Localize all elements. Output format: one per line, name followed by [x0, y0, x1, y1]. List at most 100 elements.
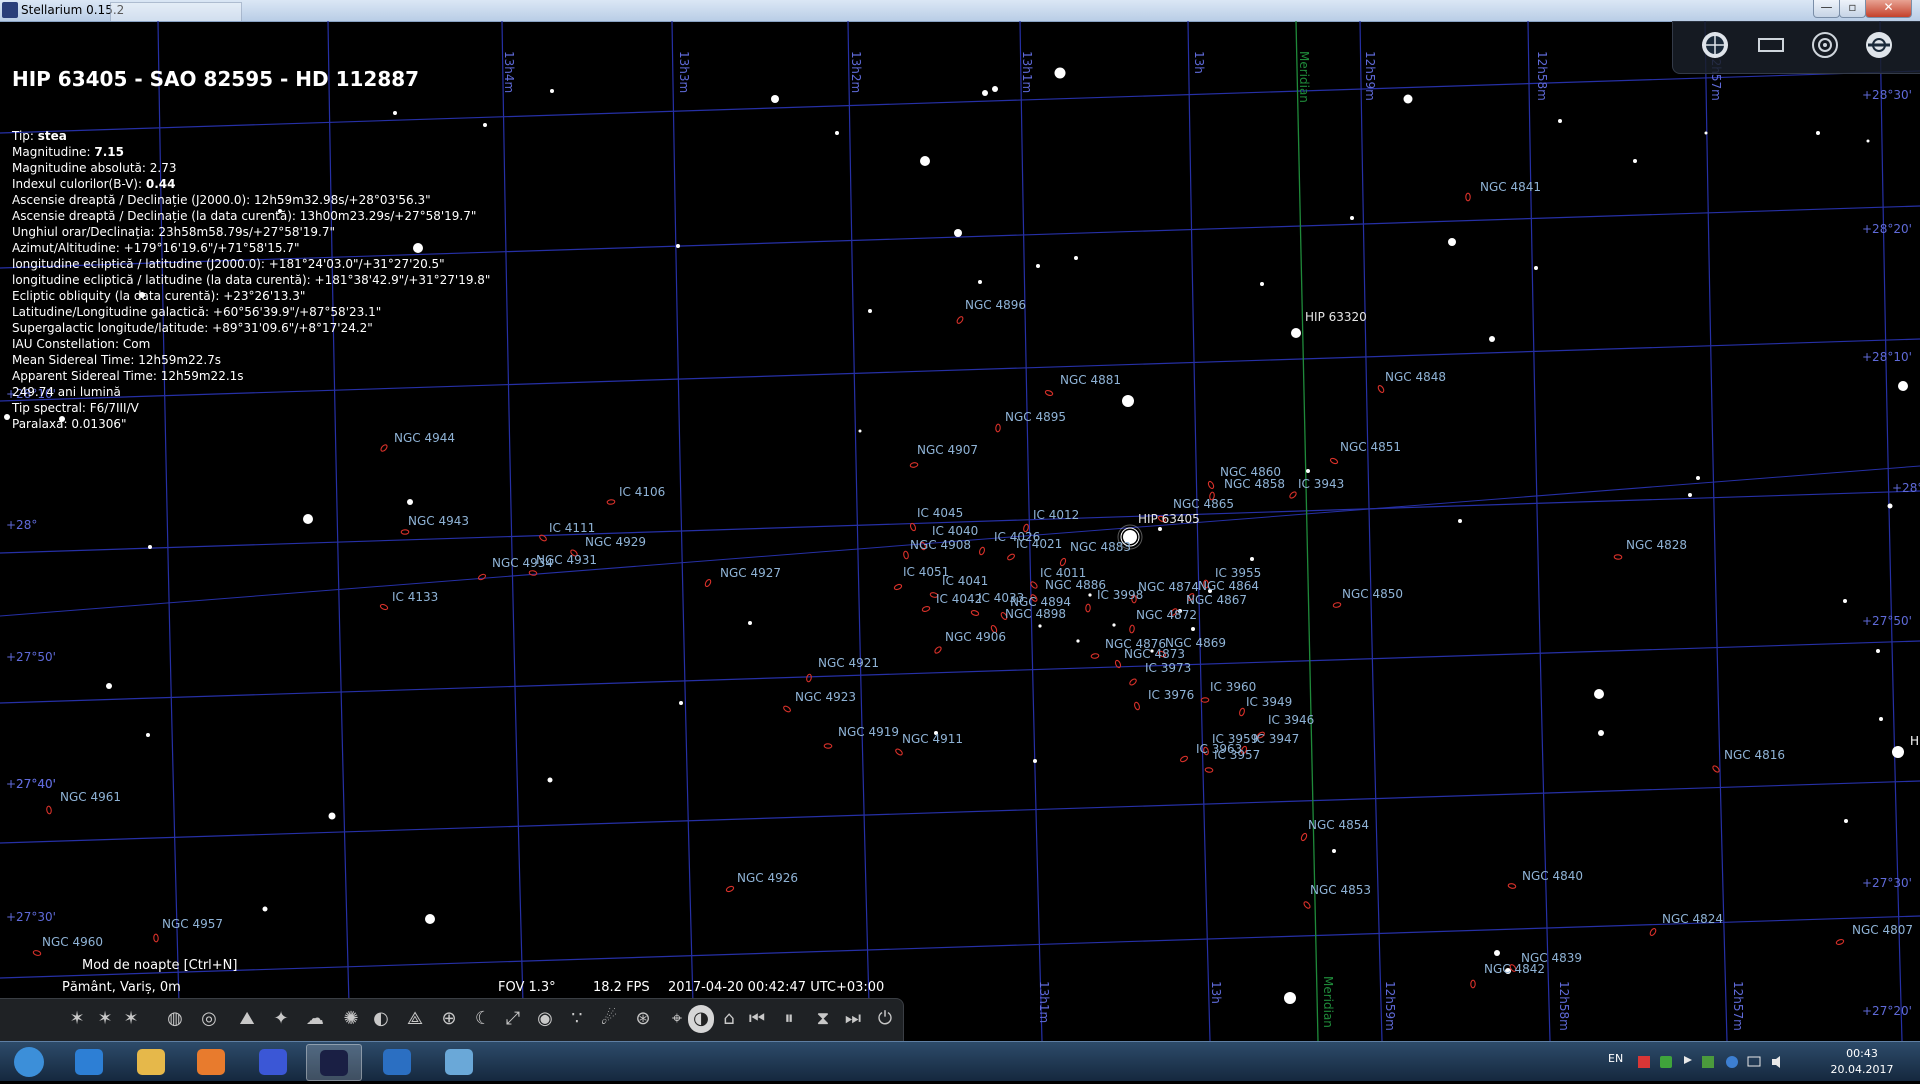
status-line: Pământ, Variș, 0m FOV 1.3° 18.2 FPS 2017…: [0, 980, 910, 998]
galaxy-label: NGC 4867: [1186, 593, 1247, 607]
galaxy-label: IC 3973: [1145, 661, 1191, 675]
remote-app-icon[interactable]: [370, 1044, 424, 1079]
galaxy-marker: [1835, 939, 1845, 945]
star: [1158, 527, 1162, 531]
right-ascension-line: [501, 21, 525, 1041]
clock[interactable]: 00:43 20.04.2017: [1812, 1046, 1912, 1078]
info-line: longitudine ecliptică / latitudine (J200…: [12, 256, 490, 272]
planets-icon[interactable]: ◐: [368, 1005, 394, 1033]
telescope-view-icon[interactable]: [1697, 29, 1733, 61]
telescope-icon[interactable]: ⌖: [664, 1005, 690, 1033]
sensor-frame-icon[interactable]: [1753, 29, 1789, 61]
center-object-icon[interactable]: ⊕: [436, 1005, 462, 1033]
galaxy-label: NGC 4906: [945, 630, 1006, 644]
equatorial-mount-icon[interactable]: ⟁: [402, 1005, 428, 1033]
minimize-button[interactable]: —: [1813, 0, 1840, 18]
ground-icon[interactable]: ⛰: [234, 1005, 260, 1033]
galaxy-marker: [1090, 653, 1100, 659]
ocular-icon[interactable]: ◉: [532, 1005, 558, 1033]
ccd-target-icon[interactable]: [1807, 29, 1843, 61]
info-label: Ascensie dreaptă / Declinație (J2000.0):: [12, 193, 255, 207]
star-label: HIP 63405: [1138, 512, 1200, 526]
fullscreen-icon[interactable]: ⤢: [500, 1005, 526, 1033]
exoplanets-icon[interactable]: ⊛: [630, 1005, 656, 1033]
constellation-lines-icon[interactable]: ✶: [64, 1005, 90, 1033]
equatorial-grid-icon[interactable]: ◍: [162, 1005, 188, 1033]
blue-gem-app-icon[interactable]: [246, 1044, 300, 1079]
info-value: 0.01306": [71, 417, 127, 431]
quit-icon[interactable]: ⏻: [872, 1005, 898, 1033]
galaxy-marker: [1200, 697, 1210, 703]
constellation-art-icon[interactable]: ✶: [118, 1005, 144, 1033]
forward-icon[interactable]: ⏭: [840, 1005, 866, 1033]
object-title: HIP 63405 - SAO 82595 - HD 112887: [12, 67, 420, 91]
object-info-lines: Tip: stea Magnitudine: 7.15 Magnitudine ab…: [12, 128, 490, 432]
info-line: Azimut/Altitudine: +179°16'19.6"/+71°58'…: [12, 240, 490, 256]
internet-explorer-icon[interactable]: [62, 1044, 116, 1079]
info-value: Com: [122, 337, 151, 351]
galaxy-marker: [995, 423, 1001, 433]
scenery-icon[interactable]: ⌂: [716, 1005, 742, 1033]
file-explorer-icon[interactable]: [124, 1044, 178, 1079]
maximize-button[interactable]: ▫: [1839, 0, 1866, 18]
galaxy-marker: [823, 743, 833, 749]
azimuthal-grid-icon[interactable]: ◎: [196, 1005, 222, 1033]
ra-grid-label: 12h58m: [1535, 51, 1549, 101]
declination-line: [0, 780, 1920, 844]
media-player-icon[interactable]: [184, 1044, 238, 1079]
galaxy-label: IC 4106: [619, 485, 665, 499]
nebulae-icon[interactable]: ✺: [338, 1005, 364, 1033]
star: [303, 514, 313, 524]
galaxy-marker: [153, 933, 159, 943]
galaxy-marker: [32, 950, 42, 956]
ra-grid-label: 12h59m: [1363, 51, 1377, 101]
stellarium-icon[interactable]: [306, 1044, 362, 1081]
rewind-icon[interactable]: ⏮: [744, 1005, 770, 1033]
galaxy-label: NGC 4840: [1522, 869, 1583, 883]
star: [1843, 599, 1847, 603]
galaxy-label: IC 3998: [1097, 588, 1143, 602]
galaxy-marker: [1712, 765, 1720, 773]
galaxy-label: NGC 4961: [60, 790, 121, 804]
galaxy-marker: [606, 499, 616, 505]
meteor-shower-icon[interactable]: ☄: [596, 1005, 622, 1033]
galaxy-label: NGC 4921: [818, 656, 879, 670]
star: [1403, 94, 1413, 104]
galaxy-label: NGC 4854: [1308, 818, 1369, 832]
observability-icon[interactable]: ◑: [688, 1005, 714, 1033]
galaxy-label: NGC 4929: [585, 535, 646, 549]
star: [1879, 717, 1883, 721]
ocular-config-icon[interactable]: [1861, 29, 1897, 61]
galaxy-label: IC 4040: [932, 524, 978, 538]
satellites-icon[interactable]: ∵: [564, 1005, 590, 1033]
window-titlebar[interactable]: Stellarium 0.15.2 — ▫ ✕: [0, 0, 1920, 22]
galaxy-label: NGC 4896: [965, 298, 1026, 312]
atmosphere-icon[interactable]: ☁: [302, 1005, 328, 1033]
info-value: 2.73: [149, 161, 177, 175]
star: [1558, 119, 1562, 123]
language-indicator[interactable]: EN: [1608, 1052, 1623, 1065]
set-time-now-icon[interactable]: ⧗: [810, 1005, 836, 1033]
close-button[interactable]: ✕: [1865, 0, 1912, 18]
start-orb-icon[interactable]: [2, 1044, 56, 1079]
info-label: Mean Sidereal Time:: [12, 353, 139, 367]
pause-icon[interactable]: ⏸: [776, 1005, 802, 1033]
galaxy-marker: [400, 529, 410, 535]
galaxy-label: IC 3943: [1298, 477, 1344, 491]
info-label: Indexul culorilor(B-V):: [12, 177, 146, 191]
info-value: +181°24'03.0"/+31°27'20.5": [268, 257, 445, 271]
info-line: Latitudine/Longitudine galactică: +60°56…: [12, 304, 490, 320]
info-label: Latitudine/Longitudine galactică:: [12, 305, 213, 319]
galaxy-label: NGC 4919: [838, 725, 899, 739]
cardinal-points-icon[interactable]: ✦: [268, 1005, 294, 1033]
night-mode-icon[interactable]: ☾: [470, 1005, 496, 1033]
constellation-labels-icon[interactable]: ✶: [92, 1005, 118, 1033]
galaxy-marker: [528, 570, 538, 576]
paint-icon[interactable]: [432, 1044, 486, 1079]
galaxy-label: NGC 4874: [1138, 580, 1199, 594]
galaxy-label: IC 3949: [1246, 695, 1292, 709]
info-label: Unghiul orar/Declinația:: [12, 225, 159, 239]
galaxy-marker: [1329, 457, 1339, 465]
star: [992, 86, 998, 92]
info-label: longitudine ecliptică / latitudine (J200…: [12, 257, 269, 271]
